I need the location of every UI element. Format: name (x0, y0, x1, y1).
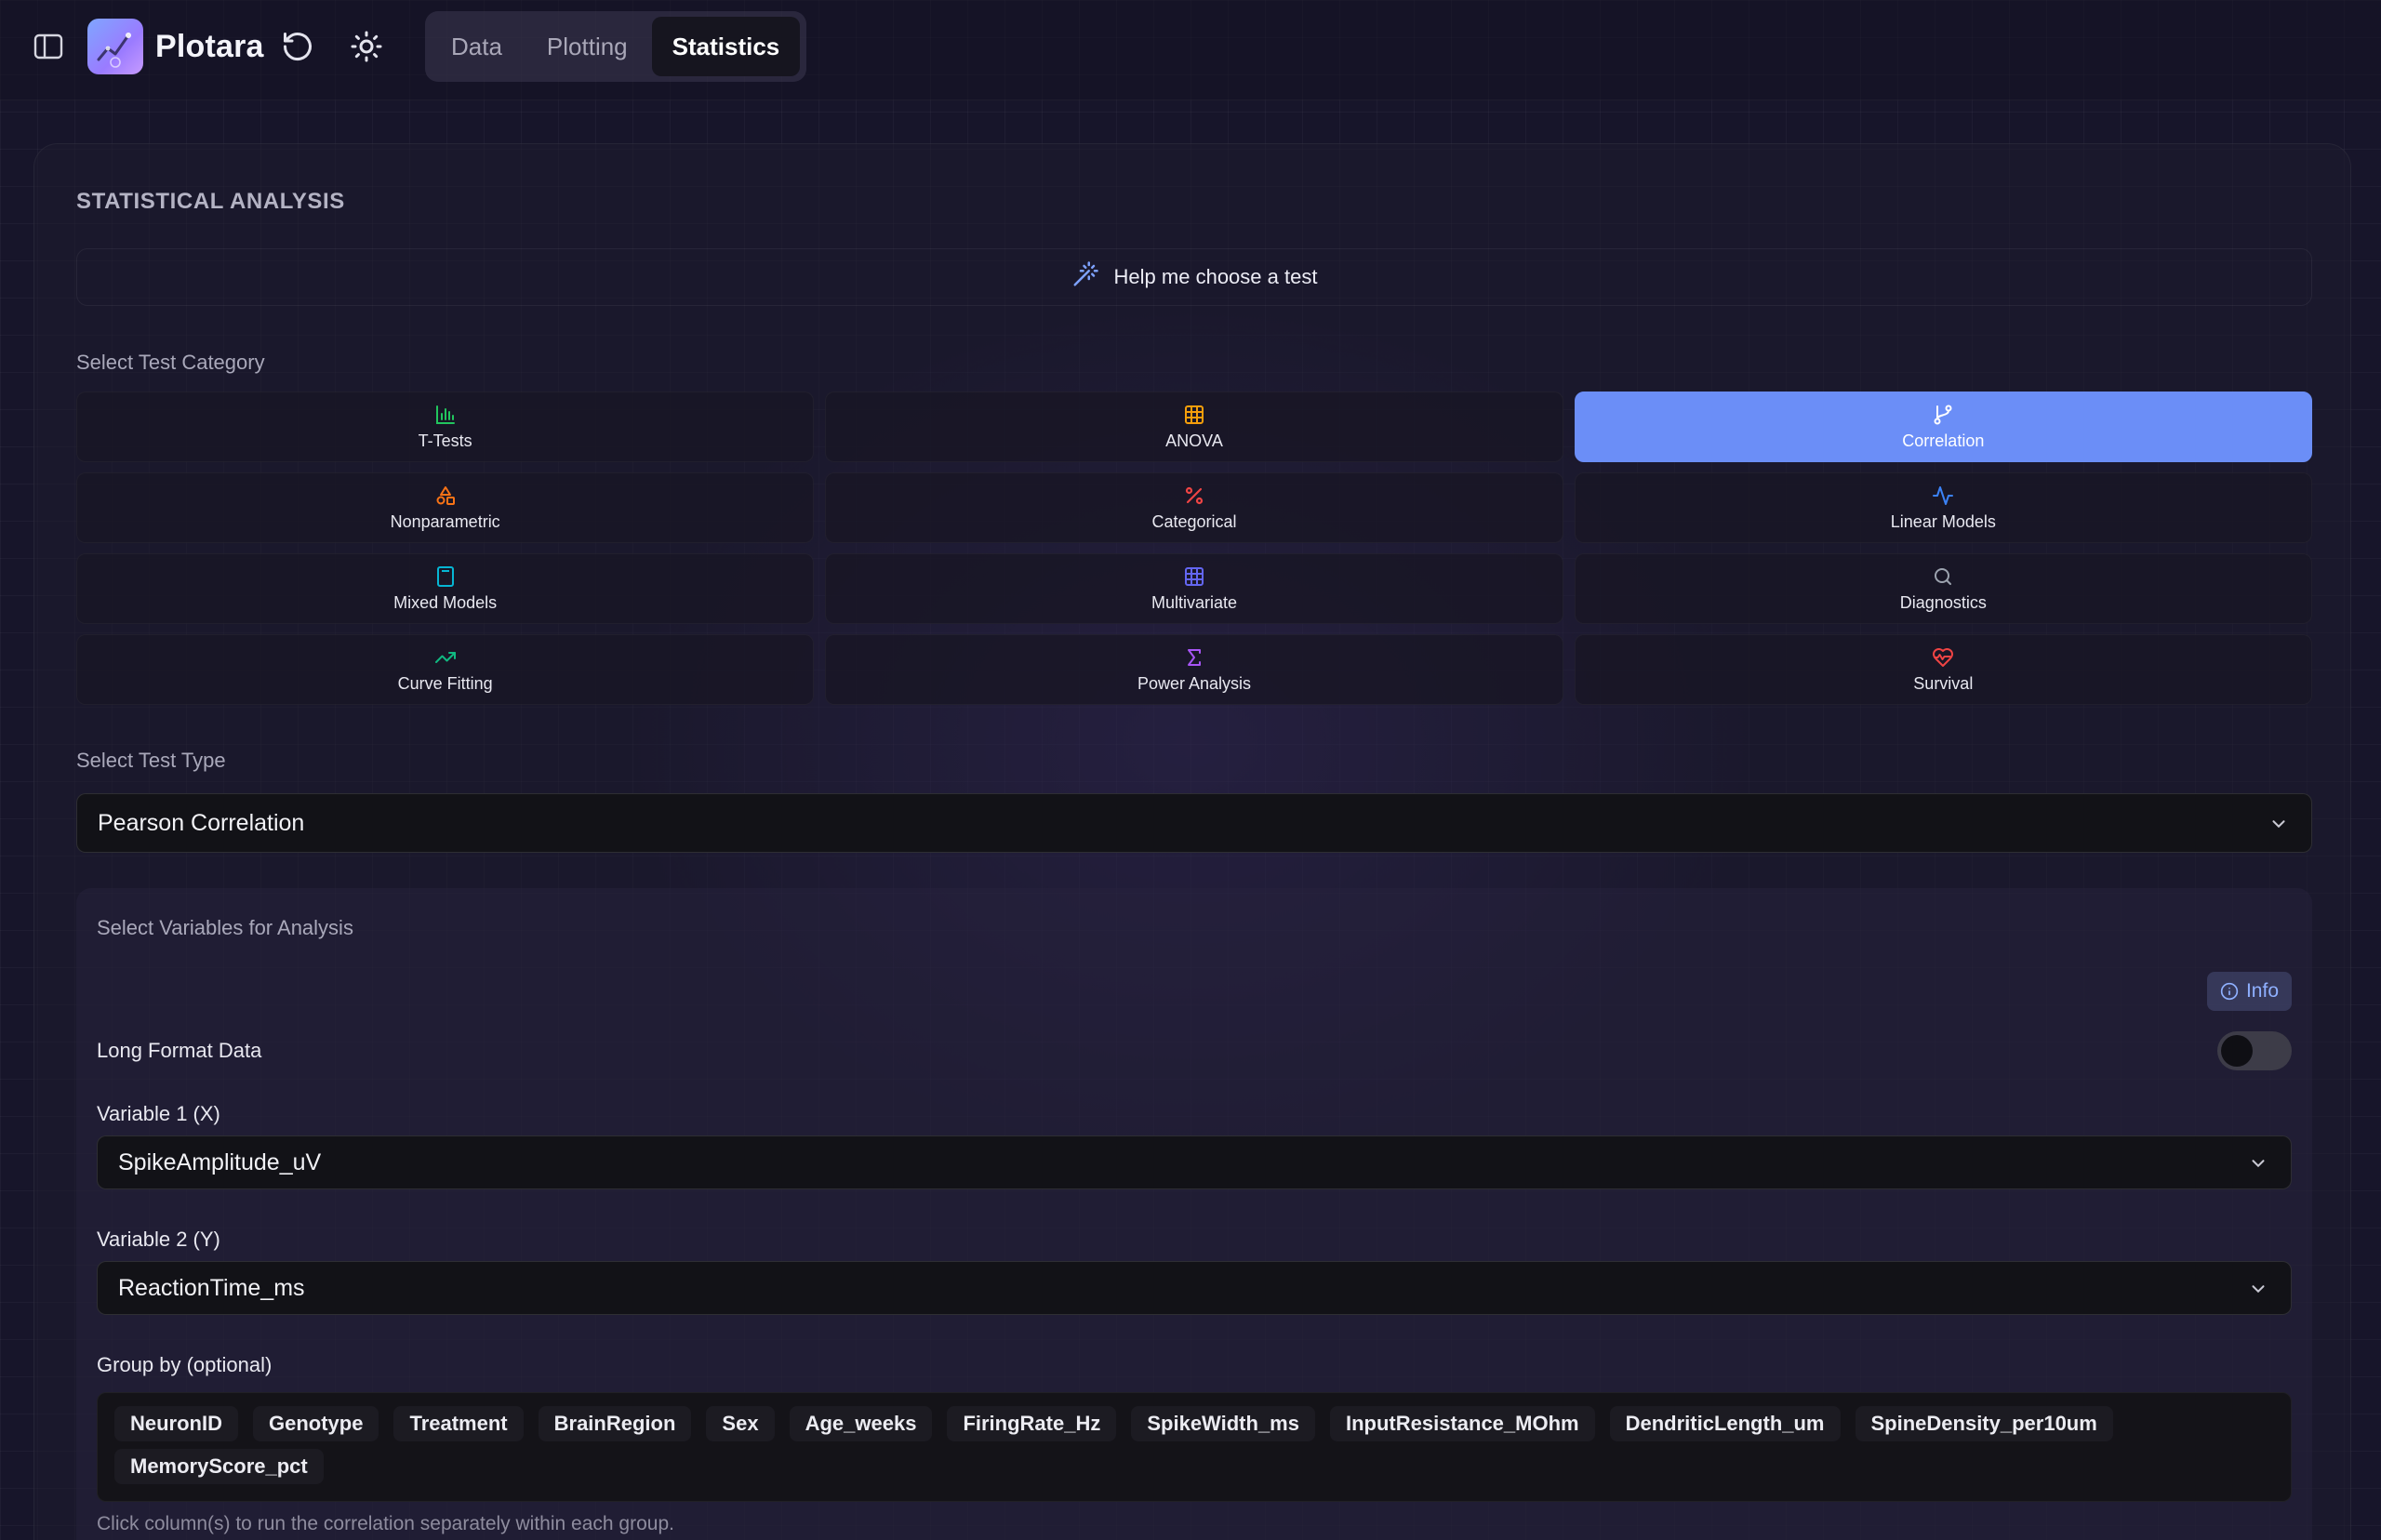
category-multivariate[interactable]: Multivariate (825, 553, 1563, 624)
test-type-select[interactable]: Pearson Correlation (76, 793, 2312, 853)
trending-up-icon (434, 651, 456, 663)
toggle-knob (2221, 1035, 2253, 1067)
git-branch-icon (1934, 405, 1952, 424)
category-nonparametric[interactable]: Nonparametric (76, 472, 815, 543)
main-nav-tabs: Data Plotting Statistics (425, 11, 806, 82)
tab-plotting[interactable]: Plotting (526, 17, 648, 76)
help-choose-test-button[interactable]: Help me choose a test (76, 248, 2312, 306)
group-column-chip[interactable]: Genotype (253, 1406, 379, 1441)
category-anova[interactable]: ANOVA (825, 392, 1563, 462)
tab-data[interactable]: Data (431, 17, 523, 76)
group-column-chip[interactable]: DendriticLength_um (1609, 1406, 1841, 1441)
section-title: STATISTICAL ANALYSIS (76, 189, 345, 214)
test-type-label: Select Test Type (76, 749, 226, 772)
category-label: Multivariate (1151, 592, 1237, 612)
calculator-icon (436, 565, 454, 587)
variable-1-value: SpikeAmplitude_uV (118, 1148, 322, 1175)
long-format-label: Long Format Data (97, 1039, 262, 1062)
group-column-chip[interactable]: InputResistance_MOhm (1329, 1406, 1595, 1441)
app-title: Plotara (155, 29, 264, 64)
category-label: Diagnostics (1899, 592, 1987, 612)
variable-2-select[interactable]: ReactionTime_ms (97, 1261, 2292, 1315)
category-label: Curve Fitting (397, 673, 493, 693)
group-column-chip[interactable]: Sex (706, 1406, 775, 1441)
help-choose-test-label: Help me choose a test (1113, 265, 1318, 288)
category-label: Linear Models (1890, 511, 1996, 531)
variable-2-value: ReactionTime_ms (118, 1274, 305, 1301)
variable-1-label: Variable 1 (X) (97, 1102, 220, 1125)
sun-icon[interactable] (350, 30, 383, 63)
info-button[interactable]: Info (2206, 972, 2292, 1011)
group-by-label: Group by (optional) (97, 1353, 273, 1376)
category-correlation[interactable]: Correlation (1574, 392, 2312, 462)
heart-pulse-icon (1933, 647, 1954, 667)
category-mixed-models[interactable]: Mixed Models (76, 553, 815, 624)
variables-panel: Select Variables for Analysis Info Long … (76, 888, 2312, 1540)
category-label: Power Analysis (1137, 673, 1252, 693)
test-category-grid: T-Tests ANOVA Correlation Nonparametric … (76, 392, 2312, 705)
category-label: ANOVA (1165, 431, 1223, 450)
chevron-down-icon (2252, 1285, 2265, 1294)
group-column-chip[interactable]: FiringRate_Hz (947, 1406, 1117, 1441)
category-label: Mixed Models (393, 592, 498, 612)
group-column-chip[interactable]: NeuronID (114, 1406, 238, 1441)
category-label: T-Tests (418, 431, 472, 450)
group-column-chip[interactable]: MemoryScore_pct (114, 1449, 324, 1484)
category-label: Nonparametric (390, 511, 500, 531)
sigma-icon (1187, 648, 1201, 666)
group-column-chip[interactable]: SpikeWidth_ms (1131, 1406, 1315, 1441)
long-format-toggle[interactable] (2217, 1031, 2292, 1070)
bar-chart-icon (435, 405, 455, 424)
reset-icon[interactable] (281, 30, 314, 63)
activity-icon (1933, 485, 1954, 505)
shapes-icon (436, 485, 455, 505)
category-t-tests[interactable]: T-Tests (76, 392, 815, 462)
category-label: Correlation (1902, 431, 1985, 450)
grid-3x3-icon (1184, 566, 1204, 586)
category-diagnostics[interactable]: Diagnostics (1574, 553, 2312, 624)
category-categorical[interactable]: Categorical (825, 472, 1563, 543)
category-label: Survival (1913, 673, 1974, 693)
test-category-label: Select Test Category (76, 351, 265, 374)
category-survival[interactable]: Survival (1574, 634, 2312, 705)
grid-icon (1184, 405, 1204, 424)
group-column-chip[interactable]: BrainRegion (538, 1406, 692, 1441)
category-label: Categorical (1151, 511, 1237, 531)
top-bar: Plotara Data Plotting Statistics (0, 0, 2381, 100)
app-logo (87, 19, 143, 74)
statistics-card: STATISTICAL ANALYSIS Help me choose a te… (33, 143, 2351, 1540)
variables-title: Select Variables for Analysis (97, 916, 353, 939)
group-column-chip[interactable]: SpineDensity_per10um (1855, 1406, 2113, 1441)
category-power-analysis[interactable]: Power Analysis (825, 634, 1563, 705)
group-by-hint: Click column(s) to run the correlation s… (97, 1513, 674, 1534)
category-linear-models[interactable]: Linear Models (1574, 472, 2312, 543)
group-column-chip[interactable]: Treatment (393, 1406, 524, 1441)
chevron-down-icon (2272, 820, 2285, 829)
group-column-chip[interactable]: Age_weeks (789, 1406, 933, 1441)
search-icon (1935, 567, 1952, 585)
variable-1-select[interactable]: SpikeAmplitude_uV (97, 1135, 2292, 1189)
test-type-value: Pearson Correlation (98, 809, 305, 836)
magic-wand-icon (1071, 260, 1099, 294)
variable-2-label: Variable 2 (Y) (97, 1228, 220, 1251)
category-curve-fitting[interactable]: Curve Fitting (76, 634, 815, 705)
group-by-columns: NeuronID Genotype Treatment BrainRegion … (97, 1392, 2292, 1502)
sidebar-toggle-icon[interactable] (33, 33, 63, 60)
info-icon (2220, 982, 2239, 1001)
percent-icon (1185, 486, 1204, 504)
info-label: Info (2245, 980, 2279, 1002)
tab-statistics[interactable]: Statistics (651, 17, 801, 76)
chevron-down-icon (2252, 1160, 2265, 1168)
